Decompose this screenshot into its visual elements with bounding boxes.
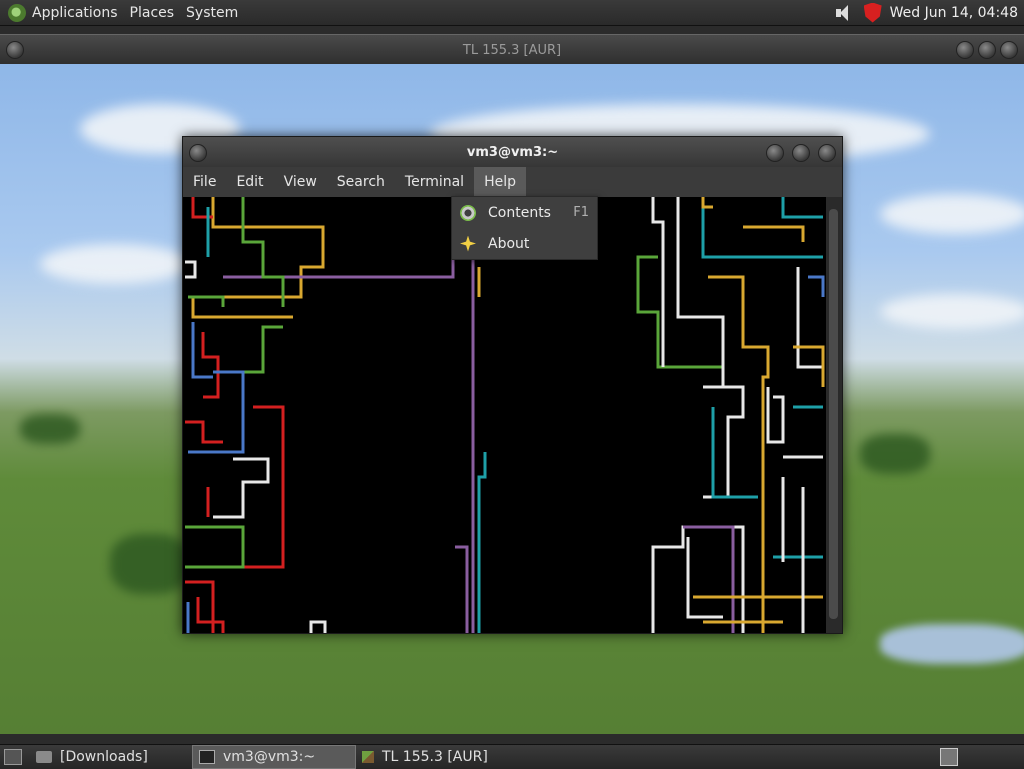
scrollbar-thumb[interactable] — [829, 209, 838, 619]
close-icon[interactable] — [1000, 41, 1018, 59]
cube-icon — [362, 751, 374, 763]
terminal-close-icon[interactable] — [818, 144, 836, 162]
terminal-output[interactable] — [183, 197, 826, 633]
clock[interactable]: Wed Jun 14, 04:48 — [890, 5, 1018, 21]
shield-icon[interactable] — [863, 2, 882, 23]
applications-menu-group: Applications Places System — [0, 0, 244, 25]
menu-system[interactable]: System — [180, 5, 244, 21]
pipe-segment — [223, 197, 455, 279]
menu-search[interactable]: Search — [327, 167, 395, 197]
menu-file[interactable]: File — [183, 167, 226, 197]
terminal-icon — [199, 750, 215, 764]
pipe-segment — [455, 545, 469, 633]
menu-applications[interactable]: Applications — [26, 5, 124, 21]
minimize-icon[interactable] — [956, 41, 974, 59]
pipe-segment — [686, 537, 723, 619]
pipe-segment — [701, 197, 713, 209]
menu-view[interactable]: View — [274, 167, 327, 197]
task-tl[interactable]: TL 155.3 [AUR] — [356, 746, 528, 768]
tl-window-title: TL 155.3 [AUR] — [462, 42, 562, 58]
pipe-segment — [191, 197, 325, 319]
pipe-segment — [188, 370, 245, 454]
system-tray: Wed Jun 14, 04:48 — [834, 0, 1024, 25]
pipe-segment — [241, 197, 285, 307]
distro-logo-icon[interactable] — [8, 3, 26, 22]
terminal-menubar: File Edit View Search Terminal Help — [183, 167, 842, 198]
menu-places[interactable]: Places — [124, 5, 181, 21]
window-menu-icon[interactable] — [6, 41, 24, 59]
help-menu-contents[interactable]: Contents F1 — [452, 197, 597, 228]
task-downloads[interactable]: [Downloads] — [30, 746, 192, 768]
bottom-panel: [Downloads] vm3@vm3:~ TL 155.3 [AUR] — [0, 744, 1024, 769]
pipe-segment — [796, 267, 823, 369]
pipe-segment — [213, 457, 270, 519]
pipe-segment — [743, 225, 805, 242]
lifebuoy-icon — [460, 204, 476, 221]
menu-terminal[interactable]: Terminal — [395, 167, 474, 197]
pipe-segment — [703, 385, 745, 499]
terminal-maximize-icon[interactable] — [792, 144, 810, 162]
folder-icon — [36, 751, 52, 763]
pipe-segment — [766, 387, 785, 444]
pipe-segment — [201, 332, 220, 399]
pipe-segment — [781, 197, 823, 219]
pipe-segment — [636, 255, 723, 369]
pipe-segment — [808, 275, 825, 297]
pipe-segment — [243, 325, 283, 374]
pipe-segment — [477, 452, 487, 633]
pipe-segment — [185, 260, 197, 279]
terminal-title: vm3@vm3:~ — [466, 144, 559, 160]
task-downloads-label: [Downloads] — [60, 749, 148, 765]
terminal-window-menu-icon[interactable] — [189, 144, 207, 162]
task-terminal[interactable]: vm3@vm3:~ — [192, 745, 356, 769]
star-icon — [460, 235, 476, 252]
pipe-segment — [243, 405, 285, 569]
help-contents-shortcut: F1 — [573, 205, 589, 220]
workspace-switcher[interactable] — [940, 748, 958, 766]
pipe-segment — [185, 525, 245, 569]
pipe-segment — [196, 597, 225, 633]
top-panel: Applications Places System Wed Jun 14, 0… — [0, 0, 1024, 26]
terminal-minimize-icon[interactable] — [766, 144, 784, 162]
tl-window-titlebar[interactable]: TL 155.3 [AUR] — [0, 34, 1024, 65]
menu-edit[interactable]: Edit — [226, 167, 273, 197]
volume-icon[interactable] — [834, 4, 854, 22]
pipe-segment — [708, 275, 770, 633]
pipe-segment — [711, 407, 758, 499]
show-desktop-icon[interactable] — [4, 749, 22, 765]
help-about-label: About — [488, 235, 530, 252]
menu-help[interactable]: Help — [474, 167, 526, 197]
pipe-segment — [676, 197, 743, 389]
terminal-scrollbar[interactable] — [826, 197, 842, 633]
pipes-screensaver — [185, 197, 825, 633]
help-contents-label: Contents — [488, 204, 551, 221]
task-terminal-label: vm3@vm3:~ — [223, 749, 316, 765]
maximize-icon[interactable] — [978, 41, 996, 59]
pipe-segment — [191, 197, 213, 219]
terminal-titlebar[interactable]: vm3@vm3:~ — [183, 137, 842, 167]
help-menu-about[interactable]: About — [452, 228, 597, 259]
pipe-segment — [309, 620, 327, 633]
pipe-segment — [185, 420, 223, 444]
task-tl-label: TL 155.3 [AUR] — [382, 749, 488, 765]
help-dropdown-menu: Contents F1 About — [451, 196, 598, 260]
